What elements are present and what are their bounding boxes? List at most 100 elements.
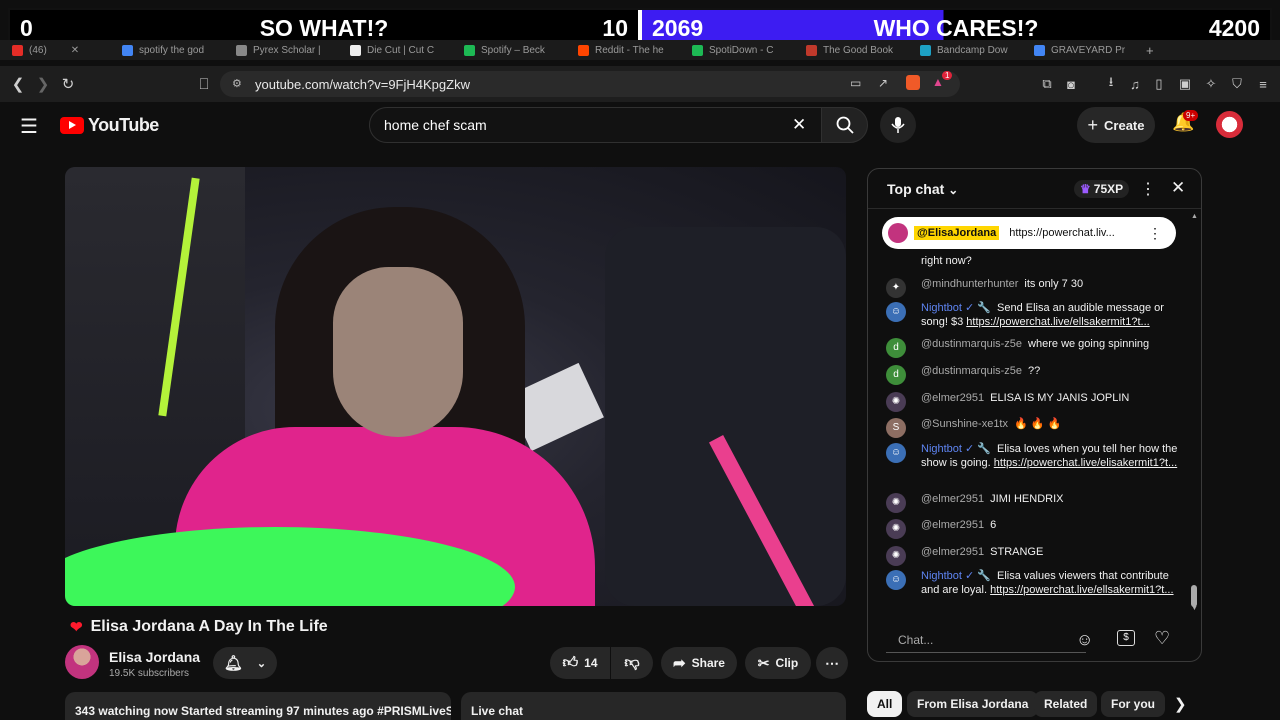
close-tab-icon[interactable]: ✕ xyxy=(71,45,79,56)
search-input[interactable]: home chef scam ✕ xyxy=(369,107,822,143)
back-button[interactable]: ❮ xyxy=(6,72,30,96)
browser-tab[interactable]: Bandcamp Dow xyxy=(908,40,1022,60)
filter-chip[interactable]: All xyxy=(867,691,903,717)
super-chat-icon[interactable]: $ xyxy=(1117,630,1135,646)
chat-author[interactable]: @Sunshine-xe1tx xyxy=(921,418,1008,430)
chat-avatar[interactable]: ☺ xyxy=(886,443,906,463)
notification-settings-button[interactable]: 🔔︎ ⌄ xyxy=(213,647,277,679)
chat-avatar[interactable]: ✺ xyxy=(886,493,906,513)
share-page-icon[interactable]: ↗ xyxy=(878,76,888,90)
chat-message[interactable]: d @dustinmarquis-z5e?? xyxy=(886,365,1178,385)
chat-message[interactable]: ✺ @elmer2951 STRANGE xyxy=(886,546,1178,566)
chat-avatar[interactable]: ✺ xyxy=(886,392,906,412)
channel-name[interactable]: Elisa Jordana xyxy=(109,649,200,665)
chat-avatar[interactable]: S xyxy=(886,418,906,438)
create-button[interactable]: + Create xyxy=(1077,107,1155,143)
chat-author[interactable]: @dustinmarquis-z5e xyxy=(921,365,1022,377)
hamburger-menu-icon[interactable]: ☰ xyxy=(20,114,38,139)
sidebar-icon[interactable]: ▯ xyxy=(1150,75,1168,93)
pinned-more-icon[interactable]: ⋮ xyxy=(1148,225,1162,242)
browser-tab[interactable]: GRAVEYARD Pr xyxy=(1022,40,1136,60)
like-button[interactable]: 👍︎ 14 xyxy=(550,647,610,679)
voice-search-button[interactable] xyxy=(880,107,916,143)
close-chat-icon[interactable]: ✕ xyxy=(1171,178,1185,198)
chat-avatar[interactable]: ✺ xyxy=(886,519,906,539)
scroll-up-icon[interactable]: ▲ xyxy=(1191,213,1198,220)
chat-author[interactable]: @elmer2951 xyxy=(921,546,984,558)
filter-chip[interactable]: Related xyxy=(1034,691,1098,717)
chat-message[interactable]: ✺ @elmer2951 ELISA IS MY JANIS JOPLIN xyxy=(886,392,1178,412)
channel-avatar[interactable] xyxy=(65,645,99,679)
chat-message[interactable]: ☺ Nightbot ✓ 🔧 Send Elisa an audible messa… xyxy=(886,302,1178,329)
screen-icon[interactable]: ▭ xyxy=(850,76,861,90)
chat-author[interactable]: @elmer2951 xyxy=(921,493,984,505)
menu-icon[interactable]: ≡ xyxy=(1254,75,1272,93)
video-player[interactable] xyxy=(65,167,846,606)
browser-tab[interactable]: Reddit - The he xyxy=(566,40,680,60)
chat-message[interactable]: right now? xyxy=(886,255,1178,269)
chat-author[interactable]: @mindhunterhunter xyxy=(921,278,1018,290)
new-tab-button[interactable]: + xyxy=(1146,43,1154,58)
chat-author[interactable]: @elmer2951 xyxy=(921,519,984,531)
chat-author[interactable]: Nightbot ✓ 🔧 xyxy=(921,443,991,455)
scrollbar-thumb[interactable] xyxy=(1191,585,1197,607)
youtube-logo[interactable]: YouTube xyxy=(60,115,159,136)
forward-button[interactable]: ❯ xyxy=(31,72,55,96)
chat-link[interactable]: https://powerchat.live/elisakermit1?t... xyxy=(994,457,1177,469)
extensions-icon[interactable]: ⧉ xyxy=(1038,75,1056,93)
chips-next-icon[interactable]: ❯ xyxy=(1174,695,1187,713)
chat-avatar[interactable]: d xyxy=(886,338,906,358)
stream-info-bar[interactable]: 343 watching now Started streaming 97 mi… xyxy=(65,692,451,720)
emoji-icon[interactable]: ☺ xyxy=(1076,630,1093,650)
chat-author[interactable]: @dustinmarquis-z5e xyxy=(921,338,1022,350)
more-actions-button[interactable]: ⋯ xyxy=(816,647,848,679)
chat-message[interactable]: ✺ @elmer2951 JIMI HENDRIX xyxy=(886,493,1178,513)
browser-tab[interactable]: (46) ✕ xyxy=(0,40,110,60)
chat-mode-dropdown[interactable]: Top chat ⌄ xyxy=(887,181,958,197)
reload-button[interactable]: ↻ xyxy=(56,72,80,96)
browser-tab[interactable]: Die Cut | Cut C xyxy=(338,40,452,60)
filter-chip[interactable]: From Elisa Jordana xyxy=(907,691,1039,717)
url-bar[interactable]: ⚙ youtube.com/watch?v=9FjH4KpgZkw ▭ ↗ ▲ … xyxy=(220,71,960,97)
chat-author[interactable]: Nightbot ✓ 🔧 xyxy=(921,302,991,314)
dislike-button[interactable]: 👎︎ xyxy=(611,647,653,679)
browser-tab[interactable]: SpotiDown - C xyxy=(680,40,794,60)
scroll-down-icon[interactable]: ▼ xyxy=(1191,605,1198,612)
clip-button[interactable]: ✂ Clip xyxy=(745,647,811,679)
browser-tab[interactable]: The Good Book xyxy=(794,40,908,60)
chat-avatar[interactable]: ✺ xyxy=(886,546,906,566)
chat-message[interactable]: ✺ @elmer2951 6 xyxy=(886,519,1178,539)
browser-tab[interactable]: Spotify – Beck xyxy=(452,40,566,60)
chat-message[interactable]: S @Sunshine-xe1tx 🔥 🔥 🔥 xyxy=(886,418,1178,438)
chat-author[interactable]: Nightbot ✓ 🔧 xyxy=(921,570,991,582)
brave-shield-icon[interactable] xyxy=(906,75,920,90)
filter-chip[interactable]: For you xyxy=(1101,691,1165,717)
browser-tab[interactable]: Pyrex Scholar | xyxy=(224,40,338,60)
download-icon[interactable]: ⭳ xyxy=(1102,74,1120,93)
heart-reaction-icon[interactable]: ♡ xyxy=(1154,628,1170,649)
clear-search-icon[interactable]: ✕ xyxy=(792,115,806,135)
chat-author[interactable]: @elmer2951 xyxy=(921,392,984,404)
chat-message[interactable]: ✦ @mindhunterhunter its only 7 30 xyxy=(886,278,1178,298)
share-button[interactable]: ➦ Share xyxy=(661,647,737,679)
chat-link[interactable]: https://powerchat.live/ellsakermit1?t... xyxy=(966,316,1149,328)
vpn-icon[interactable]: ⛉ xyxy=(1228,75,1246,93)
chat-avatar[interactable]: ☺ xyxy=(886,570,906,590)
wallet-icon[interactable]: ▣ xyxy=(1176,75,1194,93)
pinned-message[interactable]: @ElisaJordana https://powerchat.liv... ⋮ xyxy=(882,217,1176,249)
leo-icon[interactable]: ✧ xyxy=(1202,75,1220,93)
bookmark-icon[interactable]: ⎕ xyxy=(192,72,216,96)
chat-message[interactable]: ☺ Nightbot ✓ 🔧 Elisa loves when you tell h… xyxy=(886,443,1178,470)
chat-scrollbar[interactable]: ▲ ▼ xyxy=(1191,213,1198,613)
chat-avatar[interactable]: ☺ xyxy=(886,302,906,322)
account-avatar[interactable] xyxy=(1216,111,1243,138)
chat-message[interactable]: d @dustinmarquis-z5e where we going spinni… xyxy=(886,338,1178,358)
chat-link[interactable]: https://powerchat.live/ellsakermit1?t... xyxy=(990,584,1173,596)
site-settings-icon[interactable]: ⚙ xyxy=(232,77,242,90)
media-icon[interactable]: ♫ xyxy=(1126,75,1144,93)
browser-tab[interactable]: spotify the god xyxy=(110,40,224,60)
xp-badge[interactable]: ♛ 75XP xyxy=(1074,180,1130,198)
chat-avatar[interactable]: ✦ xyxy=(886,278,906,298)
camera-icon[interactable]: ◙ xyxy=(1062,75,1080,93)
chat-avatar[interactable]: d xyxy=(886,365,906,385)
